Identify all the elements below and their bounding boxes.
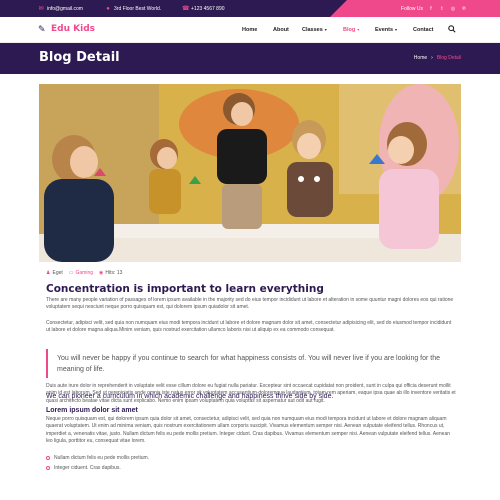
post-category[interactable]: ▭ Gaming [69, 270, 93, 276]
nav-item-classes[interactable]: Classes ▾ [302, 27, 327, 33]
brand-logo[interactable]: ✎ Edu Kids [38, 24, 95, 34]
address-text: 3rd Floor Best World. [114, 5, 162, 12]
post-blockquote: You will never be happy if you continue … [46, 349, 456, 378]
post-author[interactable]: ♟ Eget [46, 270, 63, 276]
nav-item-about[interactable]: About [273, 27, 289, 33]
nav-item-contact[interactable]: Contact [413, 27, 433, 33]
email-text: info@gmail.com [47, 5, 83, 12]
folder-icon: ▭ [68, 270, 74, 276]
post-title: Concentration is important to learn ever… [46, 283, 324, 295]
breadcrumb-separator: › [431, 55, 433, 61]
post-lead: We can pioneer a curriculum in which aca… [46, 393, 334, 400]
eye-icon: ◉ [99, 270, 104, 276]
user-icon: ♟ [46, 270, 51, 276]
phone-text: +123 4567 890 [191, 5, 225, 12]
post-paragraph-1: There are many people variation of passa… [46, 297, 454, 311]
post-bullet-list: Nullam dictum felis eu pede mollis preti… [46, 453, 149, 473]
nav-item-home[interactable]: Home [242, 27, 257, 33]
instagram-icon[interactable]: ◎ [450, 6, 456, 12]
post-subheading: Lorem ipsum dolor sit amet [46, 407, 138, 414]
pencil-icon: ✎ [38, 24, 46, 34]
post-meta: ♟ Eget ▭ Gaming ◉ Hits: 13 [46, 270, 122, 276]
chevron-down-icon: ▾ [395, 27, 398, 32]
top-bar: ✉ info@gmail.com ● 3rd Floor Best World.… [0, 0, 500, 17]
breadcrumb-home[interactable]: Home [414, 55, 427, 61]
classroom-photo [39, 84, 461, 262]
chevron-down-icon: ▾ [324, 27, 327, 32]
nav-item-blog[interactable]: Blog ▾ [343, 27, 359, 33]
page-title: Blog Detail [39, 50, 120, 65]
circle-bullet-icon [46, 456, 50, 460]
location-icon: ● [106, 5, 110, 12]
follow-label: Follow Us [401, 5, 423, 12]
breadcrumb: Home › Blog Detail [414, 55, 461, 61]
facebook-icon[interactable]: f [428, 6, 434, 12]
circle-bullet-icon [46, 466, 50, 470]
post-featured-image [39, 84, 461, 262]
list-item: Integer ciduent. Cras dapibus. [46, 463, 149, 473]
social-follow-bar: Follow Us f t ◎ ℗ [330, 0, 500, 17]
post-paragraph-4: Neque porro quisquam est, qui dolorem ip… [46, 416, 451, 444]
page-header: Blog Detail Home › Blog Detail [0, 43, 500, 74]
post-hits: ◉ Hits: 13 [99, 270, 123, 276]
email-contact[interactable]: ✉ info@gmail.com [38, 0, 83, 17]
post-paragraph-2: Consectetur, adipisci velit, sed quia no… [46, 320, 452, 334]
phone-icon: ☎ [182, 5, 190, 12]
address-contact: ● 3rd Floor Best World. [105, 0, 161, 17]
breadcrumb-current: Blog Detail [436, 55, 461, 61]
phone-contact[interactable]: ☎ +123 4567 890 [182, 0, 225, 17]
brand-name: Edu Kids [51, 24, 95, 34]
search-icon[interactable] [448, 25, 456, 33]
list-item: Nullam dictum felis eu pede mollis preti… [46, 453, 149, 463]
main-nav: ✎ Edu Kids Home About Classes ▾ Blog ▾ Eve… [0, 17, 500, 43]
twitter-icon[interactable]: t [439, 6, 445, 12]
nav-item-events[interactable]: Events ▾ [375, 27, 397, 33]
chevron-down-icon: ▾ [357, 27, 360, 32]
pinterest-icon[interactable]: ℗ [461, 6, 467, 12]
mail-icon: ✉ [38, 5, 44, 12]
